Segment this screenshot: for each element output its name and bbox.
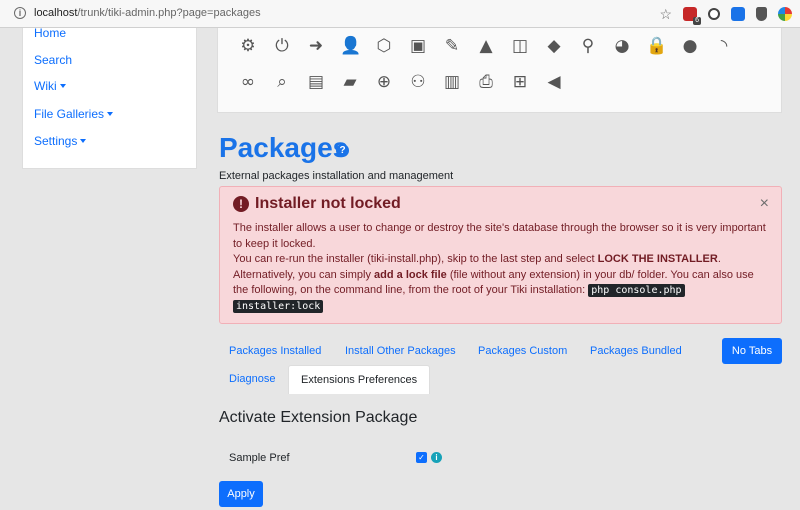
rss-icon[interactable]: ◝: [714, 36, 734, 56]
users-icon[interactable]: ⚇: [408, 72, 428, 92]
alert-header: ! Installer not locked: [233, 195, 401, 213]
site-info-icon[interactable]: i: [14, 7, 26, 19]
tab-extensions-preferences[interactable]: Extensions Preferences: [288, 365, 431, 394]
palette-icon[interactable]: ◕: [612, 36, 632, 56]
alert-line-3-pre: Alternatively, you can simply: [233, 268, 375, 281]
lock-icon[interactable]: 🔒: [646, 36, 667, 56]
extension-multicolor-icon[interactable]: [778, 7, 792, 21]
sign-in-icon[interactable]: ➜: [306, 36, 326, 56]
tab-diagnose[interactable]: Diagnose: [229, 373, 275, 385]
gear-icon[interactable]: ⚙: [238, 36, 258, 56]
chevron-down-icon: [59, 84, 66, 88]
browser-address-bar[interactable]: i localhost/trunk/tiki-admin.php?page=pa…: [0, 0, 800, 28]
chart-icon[interactable]: ▥: [442, 72, 462, 92]
link-icon[interactable]: ∞: [238, 72, 258, 92]
alert-line-2-post: .: [717, 253, 721, 265]
extension-ring-icon[interactable]: [708, 8, 720, 20]
installer-warning-alert: ! Installer not locked × The installer a…: [219, 186, 782, 324]
map-marker-icon[interactable]: ⚲: [578, 36, 598, 56]
tab-install-other-packages[interactable]: Install Other Packages: [345, 345, 456, 357]
extension-shield-icon[interactable]: [756, 7, 767, 21]
bookmark-star-icon[interactable]: ☆: [659, 7, 672, 21]
chevron-down-icon: [107, 112, 114, 116]
alert-line-2-pre: You can re-run the installer (tiki-insta…: [233, 253, 598, 265]
alert-lock-installer-text: LOCK THE INSTALLER: [597, 253, 718, 265]
sidebar-item-home[interactable]: Home: [23, 25, 66, 51]
help-icon[interactable]: ?: [336, 144, 349, 157]
zoom-in-icon[interactable]: ⊕: [374, 72, 394, 92]
alert-title: Installer not locked: [255, 195, 401, 212]
language-icon[interactable]: ◫: [510, 36, 530, 56]
command-code: php console.php: [588, 284, 685, 297]
comment-icon[interactable]: ●: [680, 36, 700, 56]
alert-body: The installer allows a user to change or…: [233, 221, 771, 314]
section-title: Activate Extension Package: [219, 409, 418, 426]
info-icon[interactable]: i: [431, 452, 442, 463]
extension-blue-icon[interactable]: [731, 7, 745, 21]
bullhorn-icon[interactable]: ◀: [544, 72, 564, 92]
apply-button[interactable]: Apply: [219, 481, 263, 507]
page-subtitle: External packages installation and manag…: [219, 170, 454, 182]
command-code-continued: installer:lock: [233, 299, 324, 313]
extension-badge: 6: [693, 17, 701, 25]
sample-pref-checkbox[interactable]: ✓: [416, 452, 427, 463]
chevron-down-icon: [80, 139, 87, 143]
user-icon[interactable]: 👤: [340, 36, 361, 56]
sidebar-item-search[interactable]: Search: [23, 52, 72, 78]
admin-icons-panel: ⚙ ⏻ ➜ 👤 ⬡ ▣ ✎ ▲ ◫ ◆ ⚲ ◕ 🔒 ● ◝ ∞ ⌕ ▤ ▰ ⊕ …: [217, 28, 782, 113]
shapes-icon[interactable]: ▲: [476, 36, 496, 56]
power-icon[interactable]: ⏻: [272, 36, 292, 56]
search-icon[interactable]: ⌕: [272, 72, 292, 92]
browser-extension-icons: ☆ 6: [659, 4, 792, 25]
gift-icon[interactable]: ⊞: [510, 72, 530, 92]
tab-packages-installed[interactable]: Packages Installed: [229, 345, 321, 357]
tab-packages-bundled[interactable]: Packages Bundled: [590, 345, 682, 357]
sample-pref-label: Sample Pref: [229, 452, 290, 464]
print-icon[interactable]: ⎙: [476, 72, 496, 92]
extension-red-icon[interactable]: 6: [683, 7, 701, 25]
cube-icon[interactable]: ⬡: [374, 36, 394, 56]
folder-open-icon[interactable]: ▰: [340, 72, 360, 92]
file-icon[interactable]: ▤: [306, 72, 326, 92]
sidebar-item-wiki[interactable]: Wiki: [23, 78, 66, 104]
image-icon[interactable]: ▣: [408, 36, 428, 56]
url-text[interactable]: localhost/trunk/tiki-admin.php?page=pack…: [34, 7, 261, 19]
close-icon[interactable]: ×: [760, 195, 769, 213]
sidebar-menu: Home Search Wiki File Galleries Settings: [22, 25, 197, 169]
alert-line-1: The installer allows a user to change or…: [233, 222, 766, 250]
no-tabs-button[interactable]: No Tabs: [722, 338, 782, 364]
tag-icon[interactable]: ◆: [544, 36, 564, 56]
page-title: Packages: [219, 132, 349, 163]
sidebar-item-file-galleries[interactable]: File Galleries: [23, 106, 114, 132]
sidebar-item-settings[interactable]: Settings: [23, 133, 87, 159]
alert-add-lock-file-text: add a lock file: [374, 268, 447, 281]
exclamation-circle-icon: !: [233, 196, 249, 212]
tab-packages-custom[interactable]: Packages Custom: [478, 345, 567, 357]
edit-icon[interactable]: ✎: [442, 36, 462, 56]
